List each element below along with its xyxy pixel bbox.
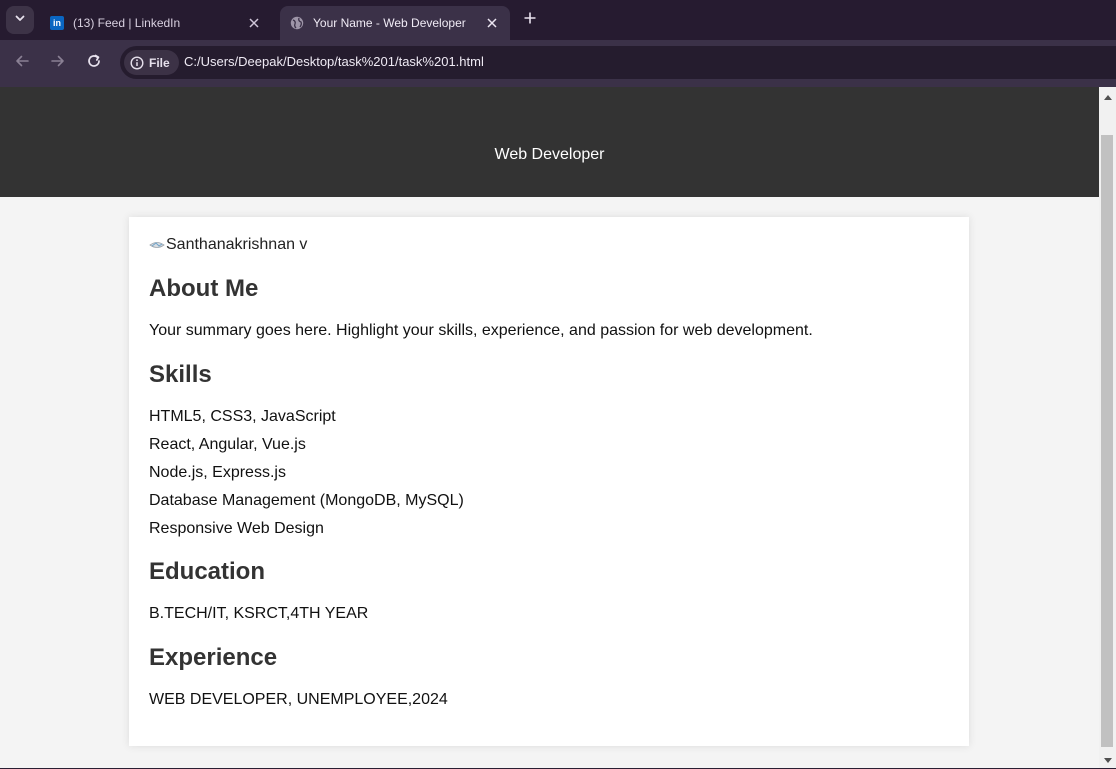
experience-text: WEB DEVELOPER, UNEMPLOYEE,2024 (149, 691, 448, 708)
vertical-scrollbar[interactable] (1099, 87, 1116, 768)
about-summary: Your summary goes here. Highlight your s… (149, 322, 813, 339)
tab-title: (13) Feed | LinkedIn (73, 16, 181, 30)
globe-icon (290, 16, 304, 30)
skill-item: Database Management (MongoDB, MySQL) (149, 492, 464, 509)
tab-strip: in (13) Feed | LinkedIn Your Name - Web … (0, 0, 1116, 40)
page-viewport: Web Developer Santhanakrishnan v About M… (0, 87, 1099, 768)
profile-image: Santhanakrishnan v (149, 236, 307, 254)
skill-item: React, Angular, Vue.js (149, 436, 306, 453)
skill-item: HTML5, CSS3, JavaScript (149, 408, 336, 425)
arrow-right-icon (50, 53, 66, 74)
site-info-chip[interactable]: File (124, 50, 179, 75)
info-icon (130, 55, 144, 70)
browser-toolbar: File C:/Users/Deepak/Desktop/task%201/ta… (0, 40, 1116, 87)
education-text: B.TECH/IT, KSRCT,4TH YEAR (149, 605, 369, 622)
tab-title: Your Name - Web Developer (313, 16, 466, 30)
plus-icon (524, 11, 536, 29)
back-button[interactable] (9, 50, 35, 76)
resume-card: Santhanakrishnan v About Me Your summary… (129, 217, 969, 746)
address-bar[interactable]: File C:/Users/Deepak/Desktop/task%201/ta… (120, 46, 1116, 79)
tab-web-developer[interactable]: Your Name - Web Developer (280, 6, 510, 40)
reload-icon (86, 53, 102, 74)
scrollbar-thumb[interactable] (1101, 135, 1113, 747)
about-heading: About Me (149, 275, 259, 302)
scroll-down-button[interactable] (1099, 751, 1116, 768)
skills-heading: Skills (149, 361, 212, 388)
triangle-up-icon (1103, 87, 1112, 105)
close-icon[interactable] (482, 13, 502, 33)
linkedin-icon: in (50, 16, 64, 30)
site-header: Web Developer (0, 87, 1099, 197)
tab-search-button[interactable] (6, 6, 34, 34)
broken-image-icon (149, 239, 165, 251)
triangle-down-icon (1103, 751, 1112, 769)
new-tab-button[interactable] (518, 8, 542, 32)
profile-image-alt: Santhanakrishnan v (166, 236, 308, 253)
experience-heading: Experience (149, 644, 278, 671)
header-role: Web Developer (494, 146, 605, 163)
forward-button[interactable] (45, 50, 71, 76)
arrow-left-icon (14, 53, 30, 74)
close-icon[interactable] (244, 13, 264, 33)
skill-item: Responsive Web Design (149, 520, 324, 537)
url-text[interactable]: C:/Users/Deepak/Desktop/task%201/task%20… (184, 54, 484, 69)
reload-button[interactable] (81, 50, 107, 76)
skill-item: Node.js, Express.js (149, 464, 286, 481)
chevron-down-icon (14, 11, 26, 29)
tab-linkedin[interactable]: in (13) Feed | LinkedIn (40, 6, 272, 40)
education-heading: Education (149, 558, 266, 585)
chip-label: File (149, 55, 170, 70)
scroll-up-button[interactable] (1099, 87, 1116, 104)
